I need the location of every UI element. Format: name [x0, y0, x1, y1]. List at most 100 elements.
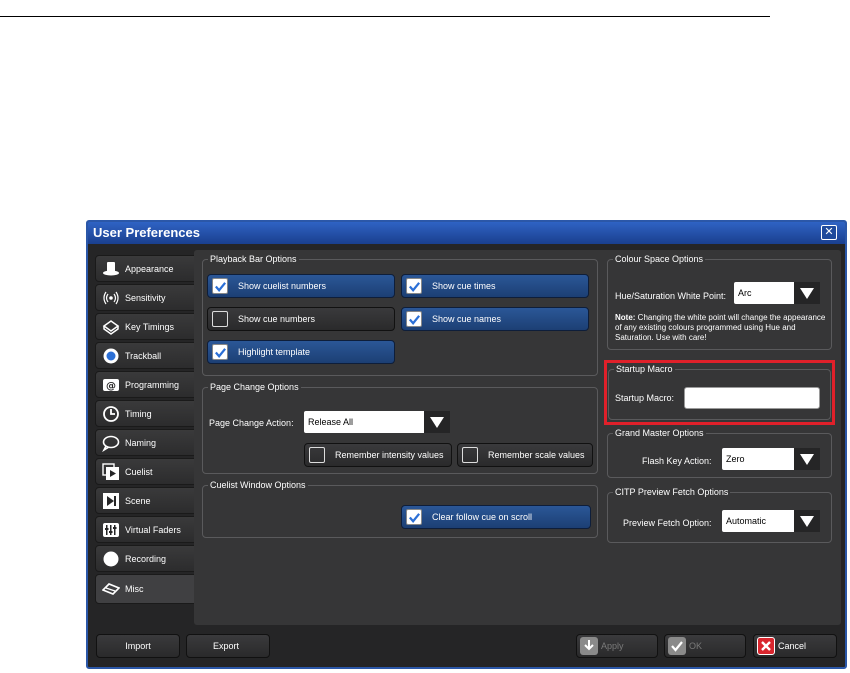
dropdown-arrow-icon — [424, 411, 450, 433]
sidebar-item-scene[interactable]: Scene — [95, 487, 196, 514]
sidebar-item-virtual-faders[interactable]: Virtual Faders — [95, 516, 196, 543]
group-legend: Grand Master Options — [615, 428, 704, 438]
sidebar-item-label: Misc — [125, 584, 144, 594]
select-value: Release All — [308, 417, 354, 427]
apply-download-icon — [580, 637, 598, 655]
sidebar-item-label: Virtual Faders — [125, 524, 181, 535]
note-label: Note: — [615, 313, 636, 322]
white-point-select[interactable]: Arc — [734, 282, 820, 304]
button-label: Export — [213, 641, 240, 651]
select-value: Zero — [726, 454, 745, 464]
close-button[interactable]: ✕ — [821, 225, 837, 240]
page-change-action-label: Page Change Action: — [209, 418, 294, 428]
faders-icon — [102, 521, 120, 539]
group-legend: Startup Macro — [616, 364, 673, 374]
dropdown-arrow-icon — [794, 510, 820, 532]
top-divider-line — [0, 16, 770, 17]
sidebar-item-label: Appearance — [125, 263, 174, 274]
clear-follow-cue-toggle[interactable]: Clear follow cue on scroll — [401, 505, 591, 529]
apply-button[interactable]: Apply — [576, 634, 658, 658]
cuelist-icon — [102, 462, 120, 481]
sidebar-item-programming[interactable]: @ Programming — [95, 371, 196, 398]
flash-key-action-label: Flash Key Action: — [642, 456, 712, 466]
select-value: Automatic — [726, 516, 767, 526]
sidebar-item-label: Timing — [125, 408, 152, 419]
user-preferences-dialog: User Preferences ✕ Appearance Sensitivit… — [86, 220, 847, 669]
sidebar-item-label: Key Timings — [125, 321, 175, 332]
sidebar-item-label: Sensitivity — [125, 292, 166, 303]
toggle-label: Show cue times — [432, 281, 496, 291]
show-cue-numbers-toggle[interactable]: Show cue numbers — [207, 307, 395, 331]
dialog-title: User Preferences — [93, 225, 200, 240]
button-label: Apply — [601, 641, 624, 651]
sidebar-item-recording[interactable]: Recording — [95, 545, 196, 572]
page-change-action-select[interactable]: Release All — [304, 411, 450, 433]
clock-icon — [102, 405, 120, 423]
button-label: Import — [125, 641, 151, 651]
sidebar-item-key-timings[interactable]: Key Timings — [95, 313, 196, 340]
white-point-label: Hue/Saturation White Point: — [615, 291, 727, 301]
toggle-label: Remember intensity values — [335, 450, 444, 460]
show-cue-times-toggle[interactable]: Show cue times — [401, 274, 589, 298]
sidebar-item-naming[interactable]: Naming — [95, 429, 196, 456]
checkbox-checked-icon — [406, 278, 422, 294]
sidebar-item-label: Cuelist — [125, 466, 153, 477]
remember-scale-values-toggle[interactable]: Remember scale values — [457, 443, 593, 467]
ok-button[interactable]: OK — [664, 634, 746, 658]
eraser-icon — [102, 580, 120, 598]
toggle-label: Show cue numbers — [238, 314, 316, 324]
group-legend: Colour Space Options — [615, 254, 704, 264]
speech-bubble-icon — [102, 434, 120, 452]
group-legend: Page Change Options — [210, 382, 299, 392]
checkbox-checked-icon — [212, 344, 228, 360]
show-cue-names-toggle[interactable]: Show cue names — [401, 307, 589, 331]
flash-key-action-select[interactable]: Zero — [722, 448, 820, 470]
keyboard-icon — [102, 318, 120, 336]
show-cuelist-numbers-toggle[interactable]: Show cuelist numbers — [207, 274, 395, 298]
top-hat-icon — [102, 260, 120, 278]
export-button[interactable]: Export — [186, 634, 270, 658]
startup-macro-input[interactable] — [684, 387, 820, 409]
record-dot-icon — [102, 550, 120, 568]
checkbox-checked-icon — [406, 311, 422, 327]
toggle-label: Highlight template — [238, 347, 311, 357]
group-legend: CITP Preview Fetch Options — [615, 487, 729, 497]
remember-intensity-values-toggle[interactable]: Remember intensity values — [304, 443, 452, 467]
sidebar-item-label: Trackball — [125, 350, 162, 361]
highlight-template-toggle[interactable]: Highlight template — [207, 340, 395, 364]
sidebar-item-trackball[interactable]: Trackball — [95, 342, 196, 369]
title-bar[interactable]: User Preferences ✕ — [88, 222, 845, 244]
select-value: Arc — [738, 288, 752, 298]
toggle-label: Show cuelist numbers — [238, 281, 327, 291]
sidebar-item-label: Programming — [125, 379, 180, 390]
toggle-label: Remember scale values — [488, 450, 585, 460]
preferences-panel: Playback Bar Options Show cuelist number… — [194, 250, 841, 625]
ok-check-icon — [668, 637, 686, 655]
cancel-x-icon — [757, 637, 775, 655]
checkbox-checked-icon — [406, 509, 422, 525]
scene-icon — [102, 492, 120, 510]
group-legend: Playback Bar Options — [210, 254, 297, 264]
sidebar-item-timing[interactable]: Timing — [95, 400, 196, 427]
sidebar-item-sensitivity[interactable]: Sensitivity — [95, 284, 196, 311]
sidebar-item-appearance[interactable]: Appearance — [95, 255, 196, 282]
dropdown-arrow-icon — [794, 282, 820, 304]
checkbox-unchecked-icon — [462, 447, 478, 463]
checkbox-unchecked-icon — [309, 447, 325, 463]
white-point-note: Note: Changing the white point will chan… — [615, 313, 827, 343]
import-button[interactable]: Import — [96, 634, 180, 658]
button-label: Cancel — [778, 641, 807, 651]
preview-fetch-option-select[interactable]: Automatic — [722, 510, 820, 532]
sidebar-item-label: Naming — [125, 437, 157, 448]
sidebar-item-cuelist[interactable]: Cuelist — [95, 458, 196, 485]
sidebar-item-label: Recording — [125, 553, 167, 564]
signal-waves-icon — [102, 289, 120, 307]
startup-macro-label: Startup Macro: — [615, 393, 675, 403]
toggle-label: Clear follow cue on scroll — [432, 512, 533, 522]
svg-text:@: @ — [106, 381, 116, 392]
toggle-label: Show cue names — [432, 314, 502, 324]
cancel-button[interactable]: Cancel — [753, 634, 837, 658]
sidebar-item-misc[interactable]: Misc — [95, 574, 196, 604]
programming-icon: @ — [102, 376, 120, 394]
trackball-icon — [102, 347, 120, 365]
